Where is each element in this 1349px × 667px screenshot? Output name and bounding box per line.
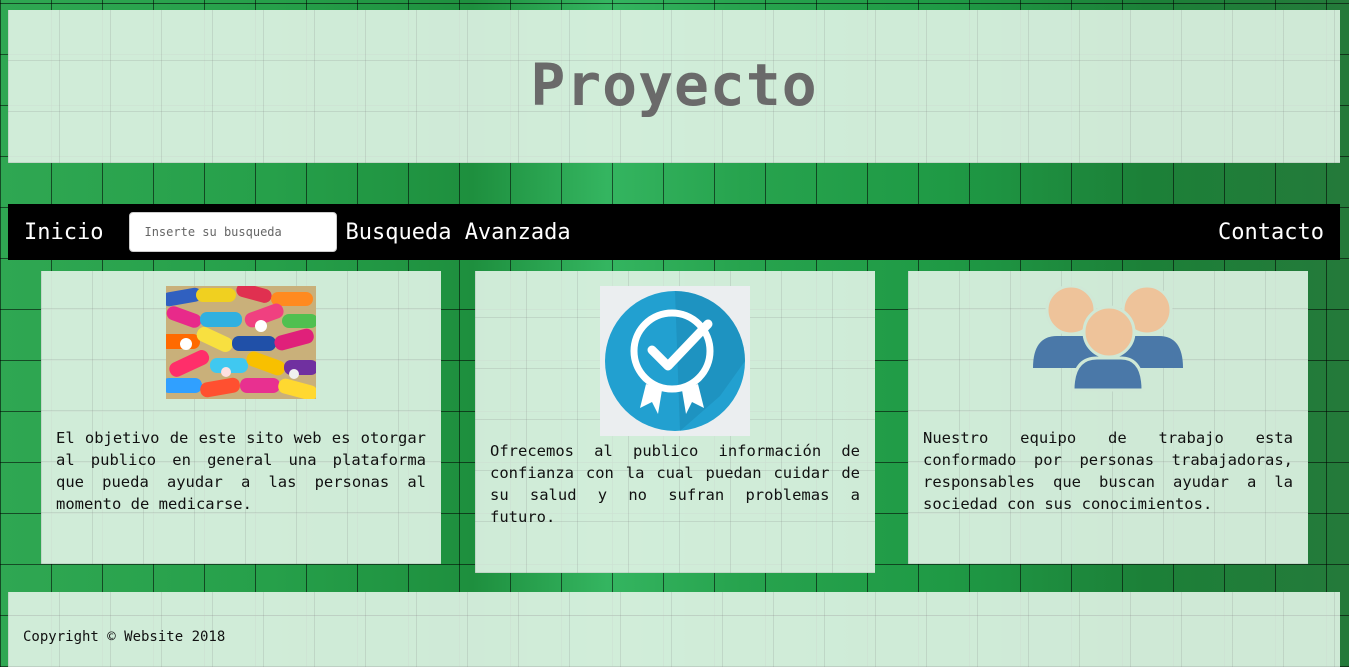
nav-bar: Inicio Busqueda Avanzada Contacto — [8, 204, 1340, 260]
card-text: El objetivo de este sito web es otorgar … — [56, 429, 426, 513]
footer: Copyright © Website 2018 — [8, 592, 1340, 667]
nav-link-contact[interactable]: Contacto — [1218, 220, 1324, 245]
quality-badge-checkmark-icon — [600, 286, 750, 436]
info-card-team: Nuestro equipo de trabajo esta conformad… — [908, 271, 1308, 564]
card-text: Ofrecemos al publico información de conf… — [490, 442, 860, 526]
copyright-text: Copyright © Website 2018 — [23, 629, 226, 645]
page-title: Proyecto — [530, 50, 818, 119]
card-text: Nuestro equipo de trabajo esta conformad… — [923, 429, 1293, 513]
info-card-objective: El objetivo de este sito web es otorgar … — [41, 271, 441, 564]
search-input[interactable] — [129, 212, 338, 252]
nav-link-home[interactable]: Inicio — [24, 220, 103, 245]
colorful-pills-image — [166, 286, 316, 399]
nav-link-advanced-search[interactable]: Busqueda Avanzada — [345, 220, 570, 245]
header-banner: Proyecto — [8, 10, 1340, 163]
team-people-icon — [1033, 286, 1183, 392]
info-card-trust: Ofrecemos al publico información de conf… — [475, 271, 875, 573]
